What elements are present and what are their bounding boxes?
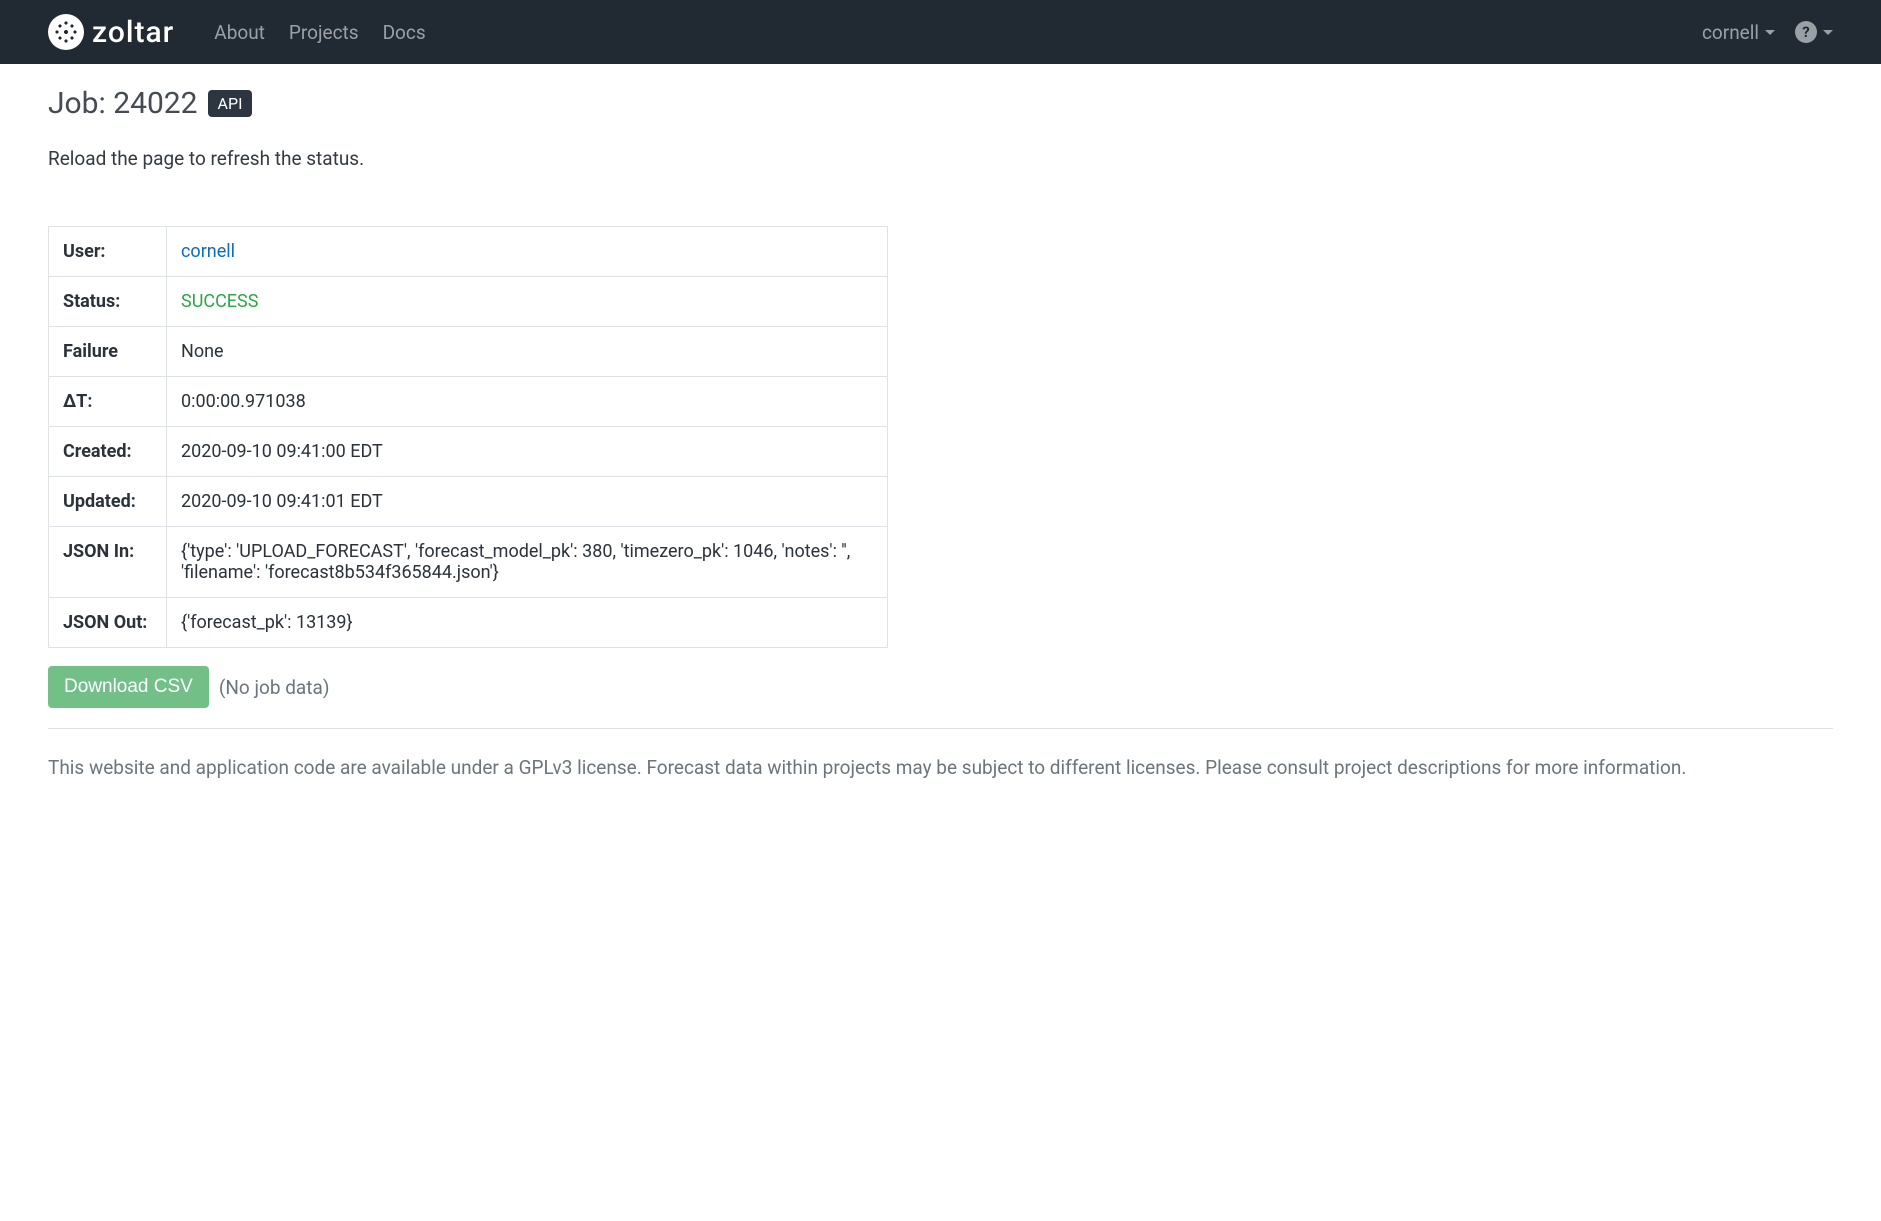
row-label: JSON Out: [49,598,167,648]
navbar-left: zoltar About Projects Docs [48,14,426,50]
user-label: cornell [1702,21,1759,44]
subtitle: Reload the page to refresh the status. [48,147,1833,170]
row-label: Status: [49,277,167,327]
table-row: FailureNone [49,327,888,377]
page-title: Job: 24022 API [48,86,1833,121]
help-menu[interactable]: ? [1795,21,1833,43]
user-link[interactable]: cornell [181,241,235,262]
row-label: User: [49,227,167,277]
table-row: Updated:2020-09-10 09:41:01 EDT [49,477,888,527]
nav-links: About Projects Docs [214,21,425,44]
row-value: SUCCESS [167,277,888,327]
table-row: JSON Out:{'forecast_pk': 13139} [49,598,888,648]
navbar: zoltar About Projects Docs cornell ? [0,0,1881,64]
divider [48,728,1833,729]
footer-text: This website and application code are av… [48,753,1833,783]
brand-icon [48,14,84,50]
navbar-right: cornell ? [1702,21,1833,44]
row-label: Created: [49,427,167,477]
download-csv-button[interactable]: Download CSV [48,666,209,708]
download-row: Download CSV (No job data) [48,666,1833,708]
chevron-down-icon [1823,30,1833,35]
nav-link-about[interactable]: About [214,21,265,44]
row-value: None [167,327,888,377]
chevron-down-icon [1765,30,1775,35]
status-badge: SUCCESS [181,291,258,312]
table-row: User: cornell [49,227,888,277]
content: Job: 24022 API Reload the page to refres… [0,64,1881,805]
table-row: ΔT:0:00:00.971038 [49,377,888,427]
title-text: Job: 24022 [48,86,198,121]
row-value: 2020-09-10 09:41:00 EDT [167,427,888,477]
row-value: 2020-09-10 09:41:01 EDT [167,477,888,527]
user-menu[interactable]: cornell [1702,21,1775,44]
api-badge[interactable]: API [208,90,253,117]
row-value: {'forecast_pk': 13139} [167,598,888,648]
row-value: {'type': 'UPLOAD_FORECAST', 'forecast_mo… [167,527,888,598]
question-icon: ? [1795,21,1817,43]
row-label: ΔT: [49,377,167,427]
table-row: JSON In:{'type': 'UPLOAD_FORECAST', 'for… [49,527,888,598]
table-row: Created:2020-09-10 09:41:00 EDT [49,427,888,477]
row-label: Updated: [49,477,167,527]
row-value: cornell [167,227,888,277]
brand[interactable]: zoltar [48,14,174,50]
row-label: JSON In: [49,527,167,598]
no-data-note: (No job data) [219,676,330,699]
row-label: Failure [49,327,167,377]
nav-link-projects[interactable]: Projects [289,21,359,44]
job-details-table: User: cornell Status: SUCCESS FailureNoneΔT:… [48,226,888,648]
nav-link-docs[interactable]: Docs [383,21,426,44]
row-value: 0:00:00.971038 [167,377,888,427]
table-row: Status: SUCCESS [49,277,888,327]
brand-label: zoltar [92,15,174,50]
